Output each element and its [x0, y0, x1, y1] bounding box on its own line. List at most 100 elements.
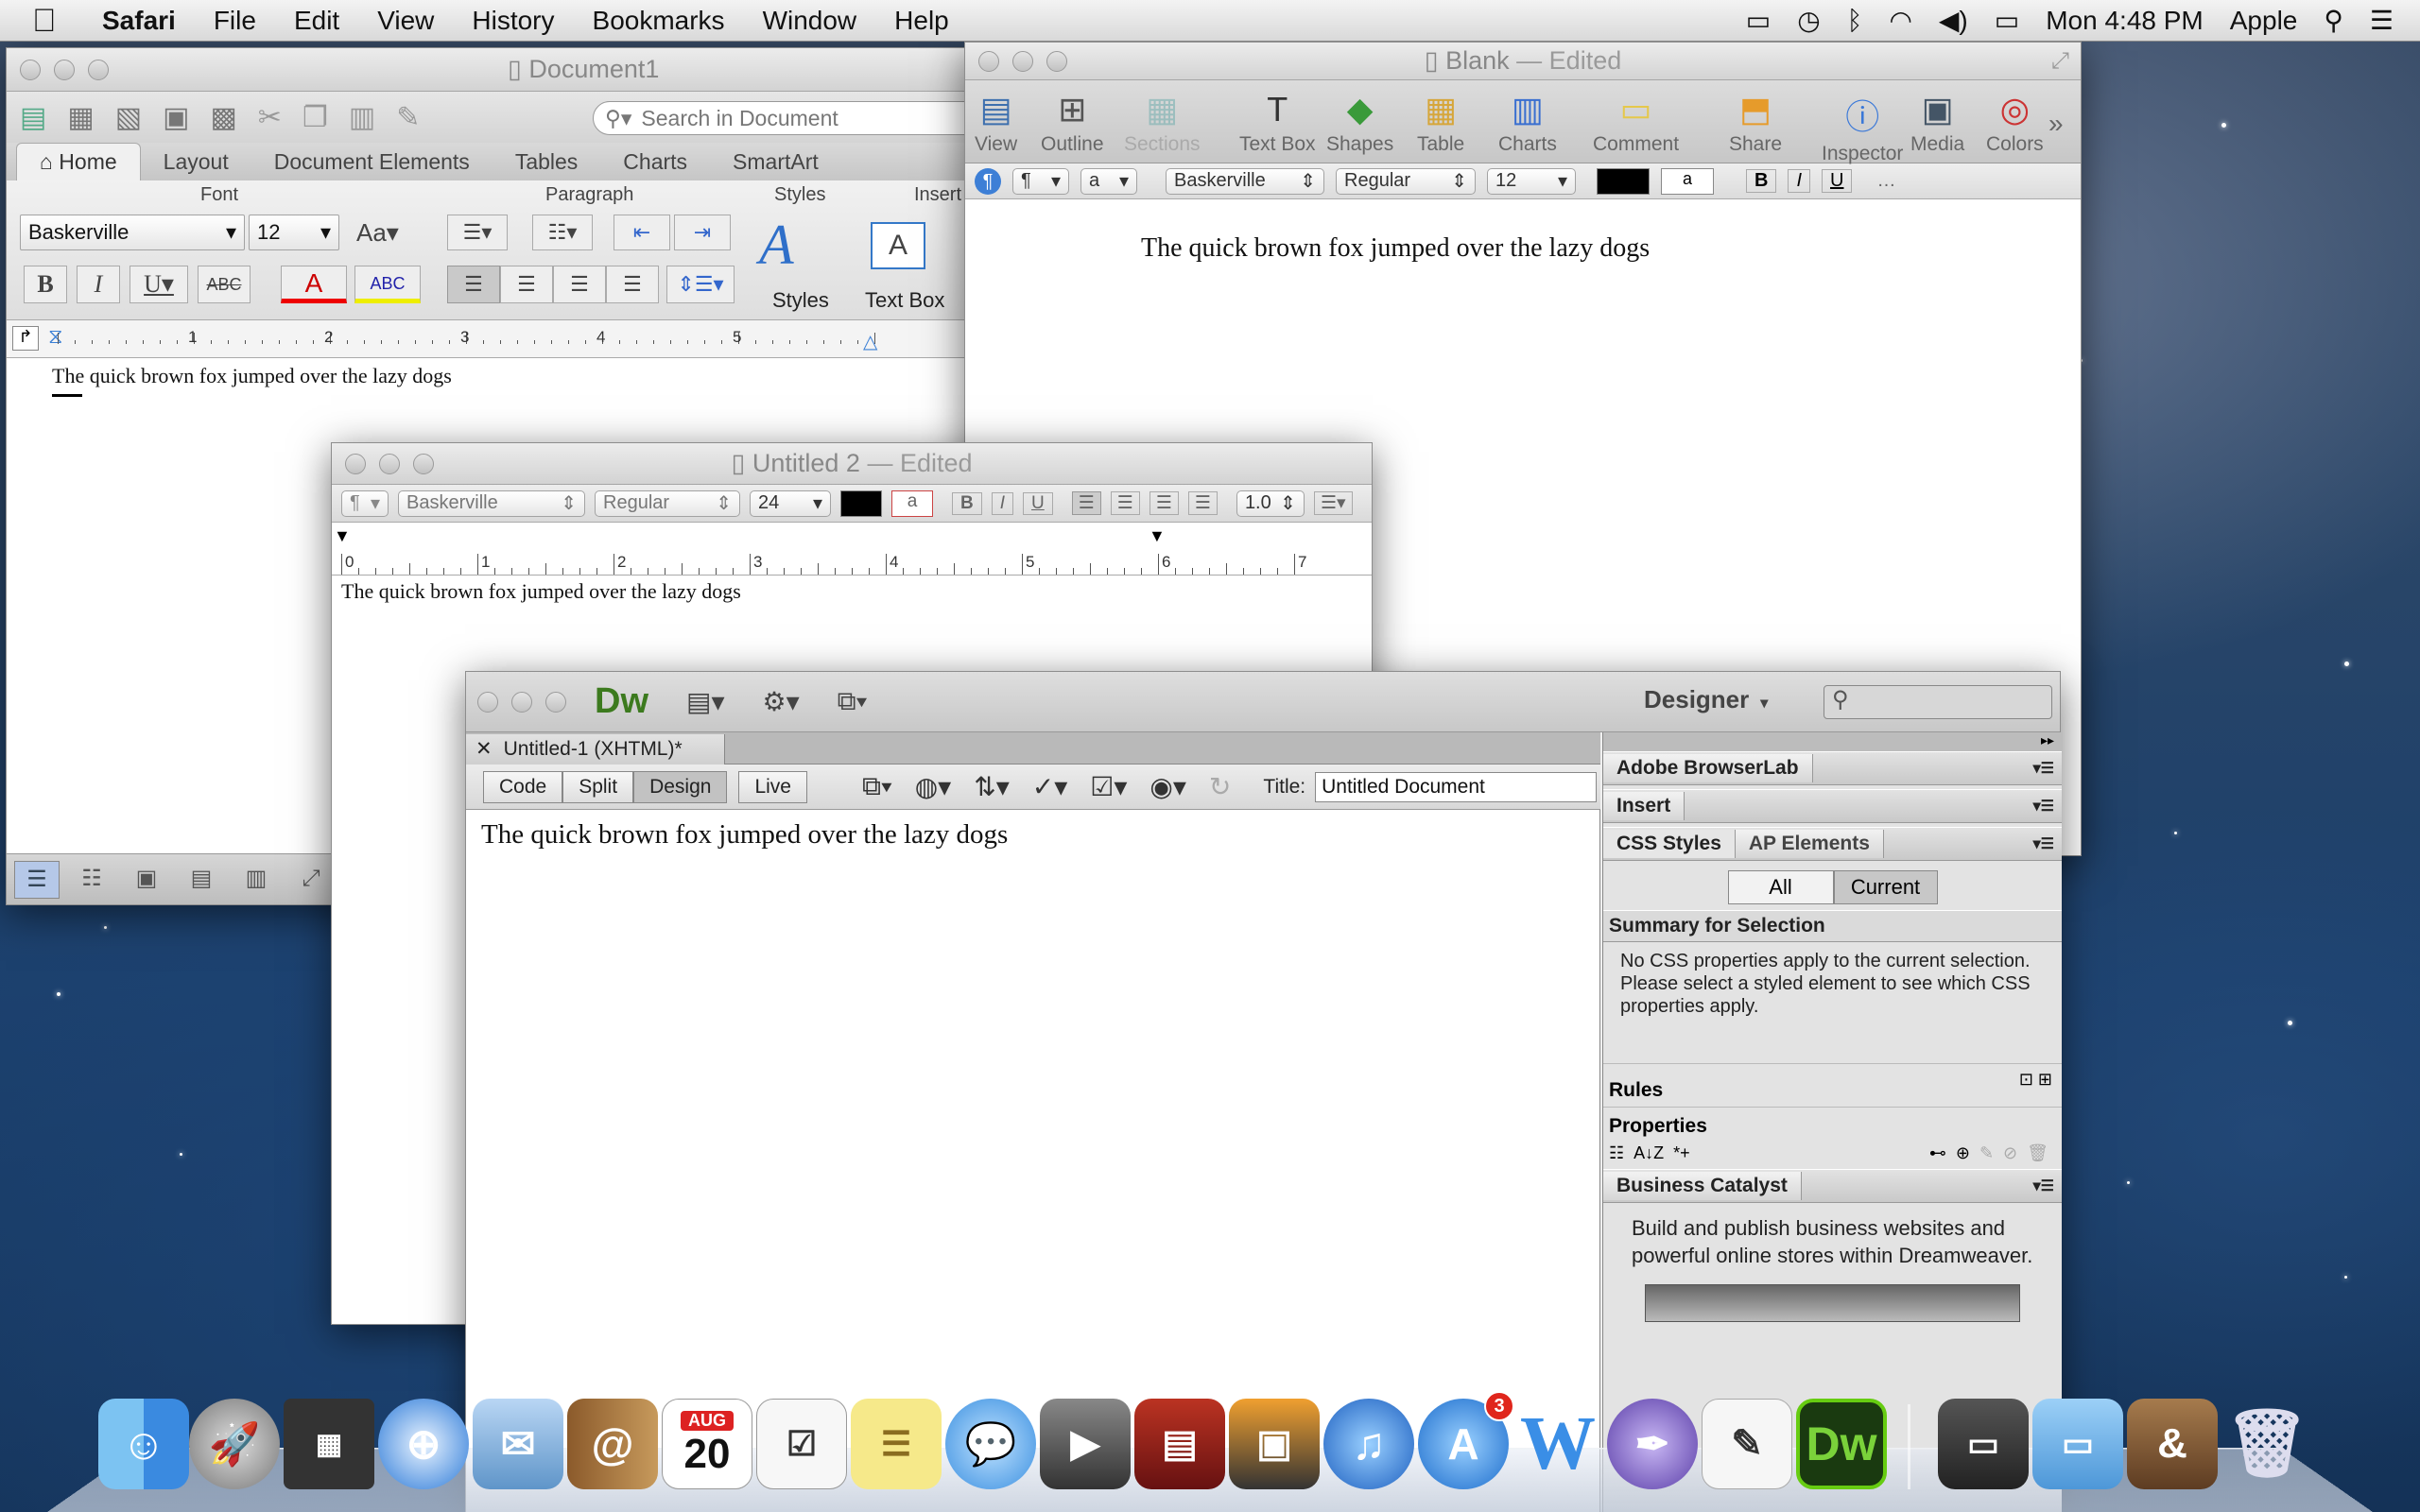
textedit-weight-select[interactable]: Regular ⇕	[595, 490, 740, 517]
word-body-text[interactable]: The quick brown fox jumped over the lazy…	[52, 364, 452, 388]
bullets-button[interactable]: ☰▾	[447, 215, 508, 250]
collapse-panels-icon[interactable]: ▸▸	[1603, 732, 2062, 751]
tab-stop-selector-icon[interactable]: ↱	[12, 326, 39, 351]
minimize-button[interactable]	[1012, 50, 1033, 72]
w3c-validation-icon[interactable]: ✓▾	[1032, 771, 1068, 802]
textedit-body-text[interactable]: The quick brown fox jumped over the lazy…	[341, 579, 741, 604]
numbering-button[interactable]: ☷▾	[532, 215, 593, 250]
finder-icon[interactable]: ☺	[98, 1399, 189, 1489]
draft-view-icon[interactable]: ☰	[14, 860, 60, 899]
print-layout-icon[interactable]: ▤	[179, 861, 224, 899]
preview-browser-icon[interactable]: ◍▾	[915, 771, 952, 802]
pages-toolbar-table-button[interactable]: ▦ Table	[1417, 90, 1464, 156]
textedit-right-margin-marker-icon[interactable]: ▼	[1149, 526, 1166, 546]
battery-icon[interactable]: ▭	[1995, 5, 2019, 36]
textedit-text-color-well[interactable]	[840, 490, 882, 517]
textedit-underline-button[interactable]: U	[1023, 491, 1053, 515]
extend-dw-gear-icon[interactable]: ⚙▾	[763, 686, 800, 717]
photo-booth-icon[interactable]: ▤	[1134, 1399, 1225, 1489]
word-ruler[interactable]: ↱ ⧖ △ 1 2 3 4 5	[7, 320, 978, 358]
tab-smartart[interactable]: SmartArt	[710, 144, 841, 180]
increase-indent-button[interactable]: ⇥	[674, 215, 731, 250]
templates-icon[interactable]: ▦	[67, 101, 94, 134]
pages-underline-button[interactable]: U	[1822, 169, 1853, 193]
design-view-button[interactable]: Design	[633, 770, 728, 803]
panel-menu-icon[interactable]: ▾☰	[2033, 797, 2054, 816]
pages-toolbar-media-button[interactable]: ▣ Media	[1910, 90, 1964, 156]
disable-property-icon[interactable]: ⊘	[2003, 1143, 2017, 1163]
airplay-icon[interactable]: ▭	[1746, 5, 1771, 36]
doc-tab-untitled-1[interactable]: ✕ Untitled-1 (XHTML)*	[466, 734, 725, 765]
minimize-button[interactable]	[54, 59, 75, 80]
close-button[interactable]	[477, 691, 498, 713]
textedit-dock-icon[interactable]: ✎	[1702, 1399, 1792, 1489]
calendar-icon[interactable]: AUG 20	[662, 1399, 752, 1489]
line-spacing-button[interactable]: ⇕☰▾	[666, 266, 735, 303]
left-indent-marker-icon[interactable]: ⧖	[48, 324, 62, 349]
character-style-select[interactable]: a ▾	[1080, 167, 1137, 195]
align-center-button[interactable]: ☰	[500, 266, 553, 303]
change-case-icon[interactable]: Aa▾	[356, 218, 399, 248]
safari-icon[interactable]: ⊕	[378, 1399, 469, 1489]
pages-dock-icon[interactable]: ✒	[1607, 1399, 1698, 1489]
rules-view-icons[interactable]: ⊡ ⊞	[2019, 1070, 2052, 1090]
minimize-button[interactable]	[511, 691, 532, 713]
reminders-icon[interactable]: ☑	[756, 1399, 847, 1489]
pages-toolbar-charts-button[interactable]: ▥ Charts	[1498, 90, 1557, 156]
pages-toolbar-outline-button[interactable]: ⊞ Outline	[1041, 90, 1104, 156]
close-tab-icon[interactable]: ✕	[475, 738, 493, 760]
textedit-spacing-select[interactable]: 1.0 ⇕	[1236, 490, 1305, 517]
pages-toolbar-share-button[interactable]: ⬒ Share	[1729, 90, 1782, 156]
facetime-icon[interactable]: ▶	[1040, 1399, 1131, 1489]
mail-icon[interactable]: ✉	[473, 1399, 563, 1489]
textedit-list-button[interactable]: ☰▾	[1313, 491, 1353, 515]
notebook-view-icon[interactable]: ▥	[233, 861, 279, 899]
set-properties-icon[interactable]: *+	[1673, 1143, 1690, 1163]
close-button[interactable]	[978, 50, 999, 72]
pages-size-select[interactable]: 12 ▾	[1487, 167, 1576, 195]
panel-menu-icon[interactable]: ▾☰	[2033, 1177, 2054, 1195]
alpha-view-icon[interactable]: A↓Z	[1634, 1143, 1664, 1163]
insert-tab[interactable]: Insert	[1603, 792, 1685, 820]
format-painter-icon[interactable]: ✎	[396, 101, 420, 134]
textedit-align-center-button[interactable]: ☰	[1110, 491, 1140, 515]
styles-icon[interactable]: A	[759, 213, 794, 278]
decrease-indent-button[interactable]: ⇤	[614, 215, 670, 250]
pages-bold-button[interactable]: B	[1746, 169, 1777, 193]
outline-view-icon[interactable]: ☷	[69, 861, 114, 899]
iphoto-icon[interactable]: ▣	[1229, 1399, 1320, 1489]
styles-button-label[interactable]: Styles	[772, 288, 829, 313]
align-right-button[interactable]: ☰	[553, 266, 606, 303]
menu-app-name[interactable]: Safari	[102, 6, 176, 36]
right-indent-marker-icon[interactable]: △	[863, 330, 877, 353]
panel-menu-icon[interactable]: ▾☰	[2033, 759, 2054, 778]
tab-layout[interactable]: Layout	[141, 144, 251, 180]
textedit-bold-button[interactable]: B	[952, 491, 982, 515]
menu-edit[interactable]: Edit	[294, 6, 339, 36]
browserlab-tab[interactable]: Adobe BrowserLab	[1603, 754, 1813, 782]
full-screen-icon[interactable]: ⤢	[288, 861, 334, 899]
new-rule-icon[interactable]: ⊕	[1956, 1143, 1970, 1163]
applications-folder-icon[interactable]: ▭	[1938, 1399, 2029, 1489]
trash-icon[interactable]: 🗑	[2221, 1399, 2312, 1489]
time-machine-icon[interactable]: ◷	[1797, 5, 1820, 36]
notes-icon[interactable]: ☰	[851, 1399, 942, 1489]
menu-help[interactable]: Help	[894, 6, 949, 36]
justify-button[interactable]: ☰	[606, 266, 659, 303]
check-browser-compat-icon[interactable]: ☑▾	[1090, 771, 1127, 802]
publishing-view-icon[interactable]: ▣	[124, 861, 169, 899]
document-title-input[interactable]: Untitled Document	[1315, 771, 1598, 802]
site-menu-icon[interactable]: ⧉▾	[838, 686, 868, 717]
textedit-justify-button[interactable]: ☰	[1187, 491, 1218, 515]
pages-toolbar-colors-button[interactable]: ◎ Colors	[1986, 90, 2044, 156]
pages-toolbar-shapes-button[interactable]: ◆ Shapes	[1326, 90, 1393, 156]
pages-font-select[interactable]: Baskerville ⇕	[1166, 167, 1324, 195]
strikethrough-button[interactable]: ABC	[198, 266, 251, 303]
spotlight-icon[interactable]: ⚲	[2324, 5, 2343, 36]
highlight-color-well[interactable]: a	[1661, 167, 1714, 195]
panel-css-header[interactable]: CSS Styles AP Elements ▾☰	[1603, 827, 2062, 861]
dw-app-bar[interactable]: Dw ▤▾ ⚙▾ ⧉▾ Designer ▾ ⚲	[466, 672, 2060, 732]
panel-bc-header[interactable]: Business Catalyst ▾☰	[1603, 1169, 2062, 1203]
font-size-select[interactable]: 12 ▾	[249, 215, 339, 250]
menu-view[interactable]: View	[377, 6, 434, 36]
